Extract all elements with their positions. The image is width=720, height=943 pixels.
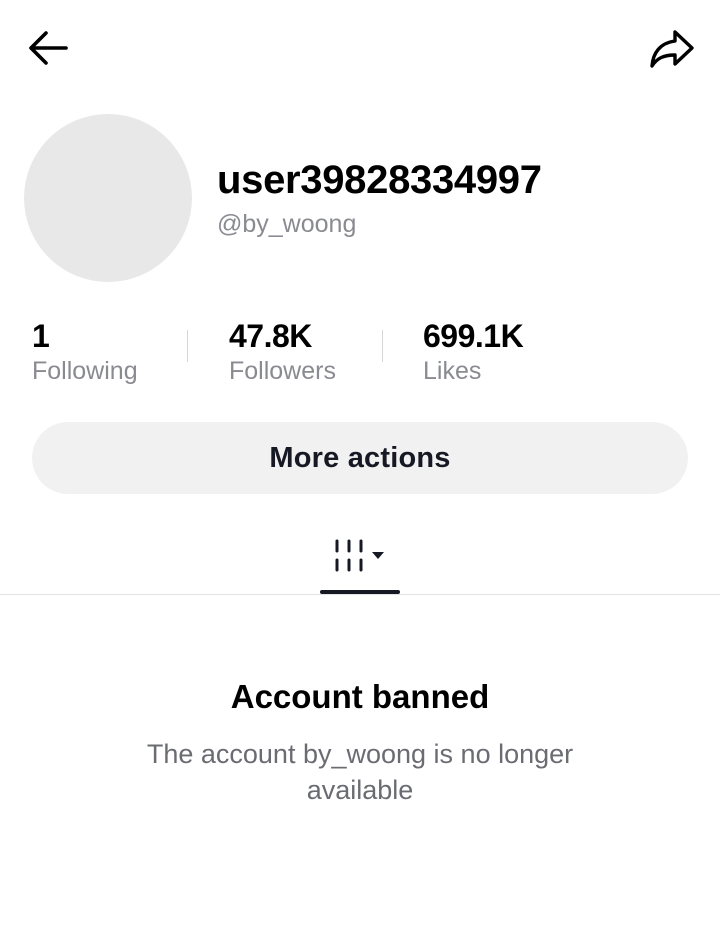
followers-label: Followers: [229, 357, 336, 385]
share-arrow-icon: [650, 30, 694, 68]
likes-count: 699.1K: [423, 318, 524, 354]
stat-divider: [382, 330, 383, 362]
banned-title: Account banned: [230, 678, 490, 715]
following-count: 1: [32, 318, 50, 354]
following-label: Following: [32, 357, 138, 385]
tab-divider: [0, 594, 720, 595]
share-button[interactable]: [644, 20, 700, 76]
banned-message: The account by_woong is no longer availa…: [146, 739, 574, 805]
more-actions-button[interactable]: More actions: [32, 422, 688, 494]
stat-divider: [187, 330, 188, 362]
back-button[interactable]: [20, 20, 76, 76]
followers-count: 47.8K: [229, 318, 312, 354]
avatar[interactable]: [24, 114, 192, 282]
stat-followers[interactable]: 47.8K Followers: [229, 316, 336, 386]
profile-handle: @by_woong: [217, 210, 357, 238]
tab-videos[interactable]: [320, 522, 400, 594]
stat-following[interactable]: 1 Following: [32, 316, 138, 386]
profile-username: user39828334997: [217, 158, 542, 202]
likes-label: Likes: [423, 357, 482, 385]
stat-likes: 699.1K Likes: [423, 316, 524, 386]
caret-down-icon: [372, 552, 384, 559]
video-grid-icon: [335, 539, 363, 572]
arrow-left-icon: [29, 31, 68, 65]
profile-page: user39828334997 @by_woong 1 Following 47…: [0, 0, 720, 943]
